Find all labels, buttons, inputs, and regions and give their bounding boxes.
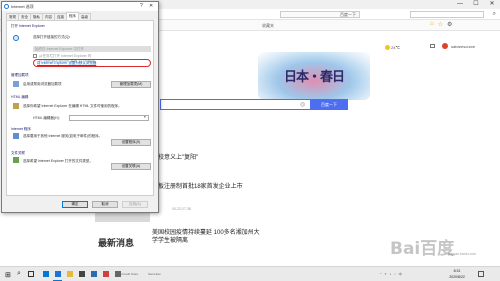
user-avatar-icon[interactable] [442,43,448,49]
cancel-button[interactable]: 取消 [92,201,118,208]
camera-icon[interactable]: ◎ [300,101,305,108]
dialog-close-button[interactable]: ✕ [149,3,153,9]
taskbar-app-label[interactable]: Microsoft Store [118,272,138,276]
browser-toolbar: ⌂ ☆ ⚙ [430,21,452,28]
news-meta: 00-22:27-38 [172,207,191,211]
programs-desc: 选择要用于其他 Internet 服务(如电子邮件)的程序。 [23,134,103,138]
app6-icon [103,271,109,277]
settings-gear-icon[interactable]: ⚙ [447,21,452,28]
dialog-footer: 确定 取消 应用(A) [2,201,158,210]
baidu-watermark-logo: Bai百度 [390,239,455,259]
group-label-addons: 管理加载项 [11,73,29,77]
taskbar-app-explorer[interactable] [64,268,75,281]
programs-panel: 打开 Internet Explorer 选择打开链接的方式(Q): 始终在 I… [6,20,154,196]
apply-button[interactable]: 应用(A) [122,201,148,208]
doodle-text: 日本・春日 [283,70,345,85]
browser-search-box[interactable] [410,11,484,18]
set-default-browser-link[interactable]: 将 Internet Explorer 设置为默认浏览器 [37,61,96,66]
search-input[interactable] [160,99,310,110]
dialog-title: Internet 选项 [11,4,34,9]
taskbar-app-photos[interactable] [88,268,99,281]
help-button[interactable]: ? [140,3,143,9]
notification-icon[interactable] [478,271,484,277]
chevron-down-icon[interactable]: ▾ [144,115,146,119]
weather-temp[interactable]: 24℃ [391,45,400,50]
store-icon [79,271,85,277]
taskbar-search-icon[interactable]: ⌕ [17,270,21,278]
clock-time[interactable]: 8:31 [444,269,470,273]
mail-icon [43,271,49,277]
taskbar-app-ie[interactable] [52,268,63,281]
taskbar-open-checkbox[interactable] [33,54,37,58]
programs-icon [13,133,19,139]
group-label-open-ie: 打开 Internet Explorer [11,24,45,28]
taskbar: ⊞ ⌕ Microsoft Store Sens.Exe ^ ✦ ◖ ♪ 中 8… [0,266,500,281]
system-tray[interactable]: ^ ✦ ◖ ♪ 中 [380,272,403,276]
window-controls: — ☐ ✕ [452,0,500,9]
open-links-value: 始终在 Internet Explorer 中打开 [35,47,84,51]
tab-programs[interactable]: 程序 [66,12,79,20]
group-label-files: 文件关联 [11,151,25,155]
start-windows-icon[interactable]: ⊞ [5,271,11,279]
files-desc: 选择希望 Internet Explorer 打开的文件类型。 [23,159,93,163]
taskbar-app-app6[interactable] [100,268,111,281]
ie-settings-icon [13,35,19,41]
address-url-text: 百度一下 [340,12,356,17]
section-title: 最新消息 [98,238,135,248]
task-view-icon[interactable] [28,271,34,277]
close-window-button[interactable]: ✕ [484,0,500,9]
maximize-button[interactable]: ☐ [468,0,484,9]
addons-icon [13,81,19,87]
internet-options-dialog: Internet 选项 ? ✕ 常规 安全 隐私 内容 连接 程序 高级 打开 … [1,1,159,213]
favorites-star-icon[interactable]: ☆ [438,21,443,28]
addons-desc: 启用或禁用浏览器加载项 [23,82,62,86]
dialog-tabs: 常规 安全 隐私 内容 连接 程序 高级 [6,12,91,20]
user-name[interactable]: sabaresource [451,44,475,49]
taskbar-app-label[interactable]: Sens.Exe [148,272,161,276]
ie-open-desc: 选择打开链接的方式(Q): [33,35,71,39]
dialog-titlebar[interactable]: Internet 选项 ? ✕ [2,2,158,11]
news-item[interactable]: 学学生被隔离 [152,235,188,244]
weather-sun-icon [385,45,390,50]
tab-advanced[interactable]: 高级 [78,13,91,20]
clock-date[interactable]: 2020/8/22 [444,275,470,279]
taskbar-app-store[interactable] [76,268,87,281]
group-label-programs: Internet 程序 [11,127,31,131]
ie-icon [4,4,9,9]
baidu-doodle-logo[interactable]: 日本・春日 [258,52,370,100]
search-button[interactable]: 百度一下 [310,99,348,110]
set-associations-button[interactable]: 设置关联(A) [111,163,151,170]
html-editor-icon [13,103,19,109]
search-icon[interactable]: ⌕ [493,11,496,18]
news-item[interactable]: …板注册制首批18家首发企业上市 [152,181,243,190]
photos-icon [91,271,97,277]
group-label-html: HTML 编辑 [11,95,29,99]
file-association-icon [13,157,19,163]
taskbar-app-mail[interactable] [40,268,51,281]
taskbar-apps [40,268,123,281]
html-editor-select[interactable] [69,115,149,121]
message-icon[interactable] [430,44,435,48]
explorer-icon [67,271,73,277]
manage-addons-button[interactable]: 管理加载项(M) [111,81,151,88]
html-desc: 选择你希望 Internet Explorer 在编辑 HTML 文件时使用的程… [23,104,122,108]
set-programs-button[interactable]: 设置程序(S) [111,139,151,146]
home-icon[interactable]: ⌂ [430,21,434,28]
minimize-button[interactable]: — [452,0,468,9]
ie-icon [55,271,61,277]
html-editor-label: HTML 编辑器(H): [33,116,60,120]
watermark-subtitle: jingyan.baidu.com [448,252,477,256]
ok-button[interactable]: 确定 [62,201,88,208]
favorites-label[interactable]: 收藏夹 [262,23,274,29]
